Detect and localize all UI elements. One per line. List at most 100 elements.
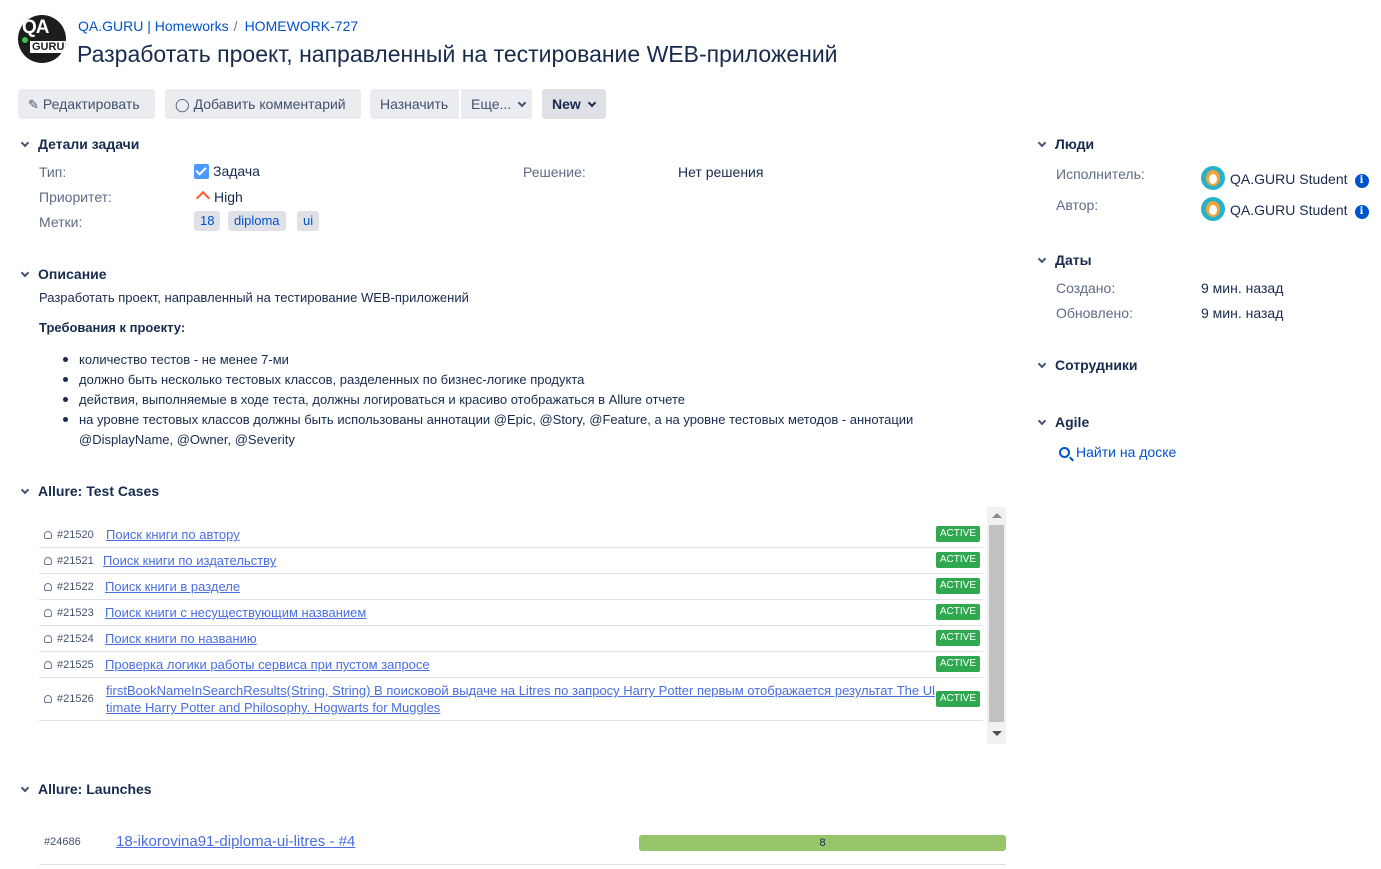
avatar bbox=[1201, 166, 1225, 190]
agile-header-text: Agile bbox=[1055, 414, 1090, 430]
details-header-text: Детали задачи bbox=[38, 136, 140, 152]
collapse-chevron-icon bbox=[1037, 254, 1047, 264]
labels-label: Метки: bbox=[39, 214, 83, 230]
label-tag[interactable]: 18 bbox=[194, 211, 221, 231]
list-item: количество тестов - не менее 7-ми bbox=[39, 350, 989, 370]
table-row: #21526 firstBookNameInSearchResults(Stri… bbox=[39, 678, 983, 721]
breadcrumb-issue-link[interactable]: HOMEWORK-727 bbox=[245, 18, 359, 34]
launches-module-header[interactable]: Allure: Launches bbox=[20, 781, 152, 797]
test-case-link[interactable]: Поиск книги по названию bbox=[105, 630, 257, 647]
label-tag[interactable]: ui bbox=[297, 211, 320, 231]
scrollbar-thumb[interactable] bbox=[989, 525, 1004, 722]
assignee-value[interactable]: QA.GURU Student i bbox=[1201, 160, 1369, 190]
people-header-text: Люди bbox=[1055, 136, 1095, 152]
description-subheader: Требования к проекту: bbox=[39, 320, 186, 335]
test-case-id-text: #21524 bbox=[57, 633, 94, 645]
scroll-down-arrow-icon[interactable] bbox=[992, 731, 1002, 736]
status-badge: ACTIVE bbox=[935, 578, 980, 594]
test-cases-module-header[interactable]: Allure: Test Cases bbox=[20, 483, 159, 499]
table-row: #21522 Поиск книги в разделе ACTIVE bbox=[39, 574, 983, 600]
test-case-link[interactable]: Поиск книги с несуществующим названием bbox=[105, 604, 366, 621]
priority-value-text: High bbox=[214, 189, 243, 205]
scroll-up-arrow-icon[interactable] bbox=[992, 513, 1002, 518]
chevron-down-icon bbox=[517, 98, 527, 108]
reporter-value[interactable]: QA.GURU Student i bbox=[1201, 191, 1369, 221]
resolution-value: Нет решения bbox=[678, 164, 764, 180]
collapse-chevron-icon bbox=[20, 268, 30, 278]
breadcrumb-project-link[interactable]: QA.GURU | Homeworks bbox=[78, 18, 229, 34]
collapse-chevron-icon bbox=[20, 485, 30, 495]
status-badge: ACTIVE bbox=[935, 526, 980, 542]
launches-header-text: Allure: Launches bbox=[38, 781, 152, 797]
updated-value: 9 мин. назад bbox=[1201, 305, 1284, 321]
logo-text-top: QA bbox=[22, 17, 49, 38]
test-case-id-text: #21522 bbox=[57, 581, 94, 593]
page-title: Разработать проект, направленный на тест… bbox=[77, 41, 838, 67]
test-case-link[interactable]: Поиск книги по издательству bbox=[103, 552, 276, 569]
test-case-link[interactable]: firstBookNameInSearchResults(String, Str… bbox=[106, 682, 938, 716]
assign-button[interactable]: Назначить bbox=[370, 89, 459, 119]
priority-value: High bbox=[194, 189, 243, 206]
edit-button-label: Редактировать bbox=[42, 96, 140, 112]
info-icon[interactable]: i bbox=[1354, 205, 1369, 219]
test-case-id-text: #21521 bbox=[57, 555, 94, 567]
logo-dot bbox=[22, 37, 28, 43]
priority-high-icon bbox=[195, 190, 211, 206]
status-button[interactable]: New bbox=[542, 89, 606, 119]
reporter-label: Автор: bbox=[1056, 197, 1099, 213]
logo-text-bottom: GURU bbox=[30, 41, 66, 53]
table-row: #21523 Поиск книги с несуществующим назв… bbox=[39, 600, 983, 626]
test-case-id: #21525 bbox=[44, 659, 94, 671]
test-case-id-text: #21520 bbox=[57, 529, 94, 541]
user-icon bbox=[44, 531, 52, 539]
qa-guru-logo[interactable]: QA GURU bbox=[18, 15, 66, 63]
test-case-id: #21524 bbox=[44, 633, 94, 645]
test-cases-scrollbar[interactable] bbox=[987, 507, 1006, 744]
status-badge: ACTIVE bbox=[935, 691, 980, 707]
launch-passed-count: 8 bbox=[819, 837, 826, 849]
assignee-label: Исполнитель: bbox=[1056, 166, 1145, 182]
dates-header-text: Даты bbox=[1055, 252, 1092, 268]
description-module-header[interactable]: Описание bbox=[20, 266, 107, 282]
comment-icon: ◯ bbox=[175, 97, 190, 112]
priority-label: Приоритет: bbox=[39, 189, 112, 205]
status-badge: ACTIVE bbox=[935, 552, 980, 568]
dates-module-header[interactable]: Даты bbox=[1037, 252, 1092, 268]
edit-button[interactable]: ✎ Редактировать bbox=[18, 89, 155, 119]
label-tag[interactable]: diploma bbox=[228, 211, 286, 231]
test-case-link[interactable]: Поиск книги в разделе bbox=[105, 578, 240, 595]
people-module-header[interactable]: Люди bbox=[1037, 136, 1095, 152]
assign-button-label: Назначить bbox=[380, 96, 449, 112]
resolution-label: Решение: bbox=[523, 164, 586, 180]
test-cases-list: #21520 Поиск книги по автору ACTIVE #215… bbox=[39, 507, 1006, 744]
user-icon bbox=[44, 583, 52, 591]
staff-module-header[interactable]: Сотрудники bbox=[1037, 357, 1138, 373]
search-icon bbox=[1059, 447, 1070, 458]
chevron-down-icon bbox=[587, 98, 597, 108]
details-module-header[interactable]: Детали задачи bbox=[20, 136, 140, 152]
launch-link[interactable]: 18-ikorovina91-diploma-ui-litres - #4 bbox=[116, 833, 355, 850]
table-row: #21521 Поиск книги по издательству ACTIV… bbox=[39, 548, 983, 574]
collapse-chevron-icon bbox=[20, 783, 30, 793]
table-row: #21524 Поиск книги по названию ACTIVE bbox=[39, 626, 983, 652]
test-case-link[interactable]: Поиск книги по автору bbox=[106, 526, 240, 543]
find-on-board-link[interactable]: Найти на доске bbox=[1059, 444, 1176, 460]
agile-module-header[interactable]: Agile bbox=[1037, 414, 1090, 430]
add-comment-button-label: Добавить комментарий bbox=[193, 96, 346, 112]
list-item: должно быть несколько тестовых классов, … bbox=[39, 370, 989, 390]
add-comment-button[interactable]: ◯ Добавить комментарий bbox=[165, 89, 361, 119]
status-button-label: New bbox=[552, 96, 581, 112]
breadcrumb: QA.GURU | Homeworks / HOMEWORK-727 bbox=[78, 18, 358, 34]
info-icon[interactable]: i bbox=[1354, 174, 1369, 188]
user-icon bbox=[44, 557, 52, 565]
updated-label: Обновлено: bbox=[1056, 305, 1133, 321]
test-case-link[interactable]: Проверка логики работы сервиса при пусто… bbox=[105, 656, 430, 673]
requirements-list: количество тестов - не менее 7-ми должно… bbox=[39, 350, 989, 450]
test-case-id: #21526 bbox=[44, 693, 94, 705]
created-value: 9 мин. назад bbox=[1201, 280, 1284, 296]
test-case-id: #21520 bbox=[44, 529, 94, 541]
list-item: действия, выполняемые в ходе теста, долж… bbox=[39, 390, 989, 410]
find-on-board-label: Найти на доске bbox=[1076, 444, 1177, 460]
description-header-text: Описание bbox=[38, 266, 107, 282]
more-button[interactable]: Еще... bbox=[461, 89, 532, 119]
